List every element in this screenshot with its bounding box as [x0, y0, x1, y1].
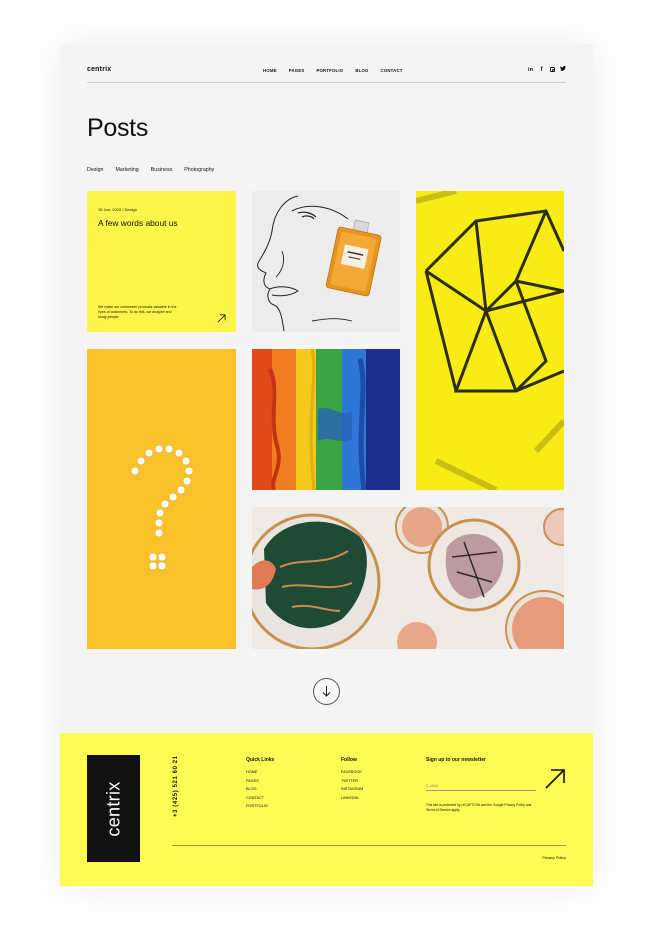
phone-number[interactable]: +3 (425) 521 60 21: [173, 755, 179, 817]
about-post-card[interactable]: 15 Jun, 2020 / Design A few words about …: [87, 191, 236, 332]
main-nav: HOME PAGES PORTFOLIO BLOG CONTACT: [263, 68, 403, 73]
recaptcha-note: This site is protected by reCAPTCHA and …: [426, 803, 532, 812]
facebook-icon[interactable]: f: [539, 67, 545, 73]
category-filter: Design Marketing Business Photography: [87, 167, 214, 173]
nav-contact[interactable]: CONTACT: [381, 68, 403, 73]
category-business[interactable]: Business: [151, 167, 173, 173]
site-logo[interactable]: centrix: [87, 66, 111, 73]
post-description: We make our customers’ products valuable…: [98, 305, 177, 319]
footer-link-blog[interactable]: BLOG: [246, 785, 274, 794]
page-frame: centrix HOME PAGES PORTFOLIO BLOG CONTAC…: [60, 44, 593, 886]
twitter-icon[interactable]: [560, 66, 566, 73]
quick-links-title: Quick Links: [246, 757, 275, 763]
post-image-perfume[interactable]: [252, 191, 400, 332]
category-photography[interactable]: Photography: [184, 167, 214, 173]
quick-links-column: Quick Links HOME PAGES BLOG CONTACT PORT…: [246, 757, 274, 811]
page-title: Posts: [87, 114, 149, 142]
follow-link-instagram[interactable]: INSTAGRAM: [341, 785, 363, 794]
newsletter-title: Sign up to our newsletter: [426, 757, 487, 763]
post-heading: A few words about us: [98, 218, 178, 228]
nav-portfolio[interactable]: PORTFOLIO: [316, 68, 343, 73]
category-design[interactable]: Design: [87, 167, 104, 173]
nav-home[interactable]: HOME: [263, 68, 277, 73]
newsletter-submit-arrow-icon[interactable]: [544, 768, 566, 790]
follow-link-facebook[interactable]: FACEBOOK: [341, 768, 363, 777]
follow-column: Follow FACEBOOK TWITTER INSTAGRAM LINKED…: [341, 757, 363, 802]
load-more-button[interactable]: [313, 678, 340, 705]
footer-link-home[interactable]: HOME: [246, 768, 274, 777]
newsletter-section: Sign up to our newsletter: [426, 757, 541, 763]
post-meta: 15 Jun, 2020 / Design: [98, 207, 137, 212]
footer-link-portfolio[interactable]: PORTFOLIO: [246, 802, 274, 811]
privacy-policy-link[interactable]: Privacy Policy: [542, 856, 566, 860]
site-footer: centrix +3 (425) 521 60 21 Quick Links H…: [60, 733, 593, 886]
footer-divider: [172, 845, 566, 846]
instagram-icon[interactable]: [549, 66, 555, 73]
nav-pages[interactable]: PAGES: [289, 68, 305, 73]
social-links: in f: [528, 66, 566, 73]
footer-link-pages[interactable]: PAGES: [246, 777, 274, 786]
follow-link-twitter[interactable]: TWITTER: [341, 777, 363, 786]
nav-blog[interactable]: BLOG: [355, 68, 368, 73]
post-image-paint[interactable]: [252, 349, 400, 490]
category-marketing[interactable]: Marketing: [116, 167, 139, 173]
follow-link-linkedin[interactable]: LINKEDIN: [341, 794, 363, 803]
footer-logo[interactable]: centrix: [87, 755, 140, 862]
post-image-embroidery-hoops[interactable]: [252, 507, 564, 649]
arrow-up-right-icon[interactable]: [217, 314, 226, 323]
site-header: centrix HOME PAGES PORTFOLIO BLOG CONTAC…: [87, 63, 566, 83]
post-image-question-mark[interactable]: [87, 349, 236, 649]
arrow-down-icon: [322, 686, 331, 697]
footer-link-contact[interactable]: CONTACT: [246, 794, 274, 803]
linkedin-icon[interactable]: in: [528, 67, 534, 73]
follow-title: Follow: [341, 757, 357, 763]
newsletter-email-input[interactable]: [426, 782, 536, 791]
post-image-geometric[interactable]: [416, 191, 564, 490]
